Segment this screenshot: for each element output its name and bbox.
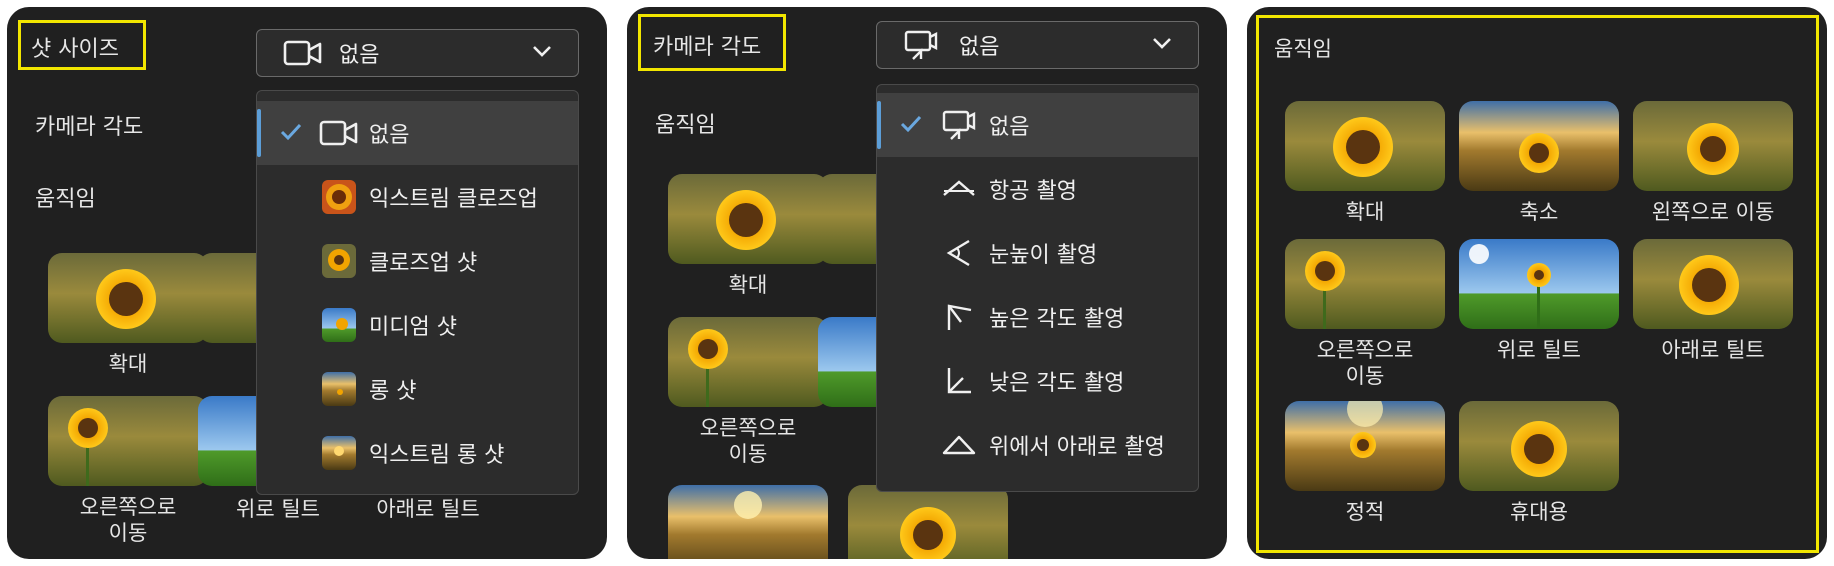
motion-tile-handheld[interactable]: 휴대용 (1459, 401, 1619, 525)
menu-item-low-angle[interactable]: 낮은 각도 촬영 (877, 349, 1198, 413)
motion-tile-tilt-up[interactable]: 위로 틸트 (1459, 239, 1619, 363)
top-down-angle-icon (939, 425, 979, 465)
video-camera-icon (283, 37, 327, 69)
menu-item-closeup[interactable]: 클로즈업 샷 (257, 229, 578, 293)
sky-thumbnail (1459, 239, 1619, 329)
shot-size-label: 샷 사이즈 (31, 37, 119, 62)
motion-tile-tilt-down[interactable]: 아래로 틸트 (1633, 239, 1793, 363)
motion-tile-pan-right[interactable]: 오른쪽으로 이동 (48, 396, 208, 546)
high-angle-icon (939, 297, 979, 337)
sunflower-thumbnail (322, 436, 356, 470)
checkmark-icon (899, 112, 923, 136)
tile-caption: 확대 (1345, 200, 1385, 224)
sunflower-thumbnail (322, 308, 356, 342)
motion-tile-static[interactable] (668, 485, 828, 559)
tile-caption: 아래로 틸트 (376, 497, 480, 521)
motion-panel: 움직임 확대 축소 왼쪽으로 이동 오른쪽으로 이동 위로 틸트 아래로 틸트 … (1247, 7, 1827, 559)
sunflower-thumbnail (48, 396, 208, 486)
sunflower-thumbnail (322, 372, 356, 406)
sunflower-thumbnail (848, 485, 1008, 559)
motion-tile-handheld[interactable] (848, 485, 1008, 559)
menu-item-eye-level[interactable]: 눈높이 촬영 (877, 221, 1198, 285)
motion-tile-zoom-in[interactable]: 확대 (48, 253, 208, 377)
chevron-down-icon (532, 44, 552, 58)
chevron-down-icon (1152, 36, 1172, 50)
sunflower-thumbnail (1459, 401, 1619, 491)
motion-tile-zoom-in[interactable]: 확대 (1285, 101, 1445, 225)
sunflower-thumbnail (1285, 101, 1445, 191)
menu-item-top-down[interactable]: 위에서 아래로 촬영 (877, 413, 1198, 477)
tile-caption: 아래로 틸트 (1661, 338, 1765, 362)
tile-caption: 확대 (108, 352, 148, 376)
tile-caption: 축소 (1519, 200, 1559, 224)
camera-angle-dropdown[interactable]: 없음 (876, 21, 1199, 69)
motion-tile-static[interactable]: 정적 (1285, 401, 1445, 525)
shot-size-value: 없음 (339, 43, 380, 68)
sunflower-thumbnail (322, 180, 356, 214)
camera-angle-value: 없음 (959, 35, 1000, 60)
tile-caption: 위로 틸트 (236, 497, 320, 521)
low-angle-icon (939, 361, 979, 401)
shot-size-menu: 없음 익스트림 클로즈업 클로즈업 샷 미디엄 샷 롱 샷 익스트림 롱 샷 (256, 90, 579, 495)
camera-angle-icon (939, 105, 979, 145)
tile-caption: 확대 (728, 273, 768, 297)
camera-angle-icon (903, 29, 947, 61)
menu-item-long-shot[interactable]: 롱 샷 (257, 357, 578, 421)
motion-label: 움직임 (35, 187, 96, 212)
motion-label: 움직임 (1274, 37, 1332, 61)
menu-item-aerial[interactable]: 항공 촬영 (877, 157, 1198, 221)
tile-caption: 오른쪽으로 이동 (79, 495, 177, 545)
sunflower-thumbnail (668, 317, 828, 407)
camera-angle-label: 카메라 각도 (35, 115, 144, 140)
shot-size-panel: 샷 사이즈 없음 카메라 각도 움직임 확대 오른쪽으로 이동 위로 틸트 아래… (7, 7, 607, 559)
motion-tile-zoom-out[interactable]: 축소 (1459, 101, 1619, 225)
shot-size-dropdown[interactable]: 없음 (256, 29, 579, 77)
tile-caption: 정적 (1345, 500, 1385, 524)
sunflower-thumbnail (668, 174, 828, 264)
sunflower-thumbnail (1459, 101, 1619, 191)
motion-label: 움직임 (655, 113, 716, 138)
menu-item-extreme-long-shot[interactable]: 익스트림 롱 샷 (257, 421, 578, 485)
eye-level-angle-icon (939, 233, 979, 273)
menu-item-extreme-closeup[interactable]: 익스트림 클로즈업 (257, 165, 578, 229)
motion-tile-zoom-in[interactable]: 확대 (668, 174, 828, 298)
sunflower-thumbnail (1285, 401, 1445, 491)
checkmark-icon (279, 120, 303, 144)
camera-angle-menu: 없음 항공 촬영 눈높이 촬영 높은 각도 촬영 낮은 각도 촬영 위에서 아래… (876, 84, 1199, 492)
sunflower-thumbnail (1633, 239, 1793, 329)
camera-angle-label: 카메라 각도 (653, 35, 762, 60)
sunflower-thumbnail (1285, 239, 1445, 329)
motion-tile-pan-right[interactable]: 오른쪽으로 이동 (668, 317, 828, 467)
sunflower-thumbnail (1633, 101, 1793, 191)
video-camera-icon (319, 113, 359, 153)
sunflower-thumbnail (668, 485, 828, 559)
aerial-angle-icon (939, 169, 979, 209)
menu-item-none[interactable]: 없음 (257, 101, 578, 165)
sunflower-thumbnail (322, 244, 356, 278)
menu-item-medium-shot[interactable]: 미디엄 샷 (257, 293, 578, 357)
menu-item-none[interactable]: 없음 (877, 93, 1198, 157)
motion-tile-pan-right[interactable]: 오른쪽으로 이동 (1285, 239, 1445, 389)
tile-caption: 왼쪽으로 이동 (1651, 200, 1775, 224)
menu-item-high-angle[interactable]: 높은 각도 촬영 (877, 285, 1198, 349)
tile-caption: 오른쪽으로 이동 (699, 416, 797, 466)
tile-caption: 위로 틸트 (1497, 338, 1581, 362)
sunflower-thumbnail (48, 253, 208, 343)
motion-tile-pan-left[interactable]: 왼쪽으로 이동 (1633, 101, 1793, 225)
tile-caption: 휴대용 (1510, 500, 1568, 524)
tile-caption: 오른쪽으로 이동 (1316, 338, 1414, 388)
camera-angle-panel: 카메라 각도 없음 움직임 확대 오른쪽으로 이동 없음 항공 촬영 눈높이 촬… (627, 7, 1227, 559)
